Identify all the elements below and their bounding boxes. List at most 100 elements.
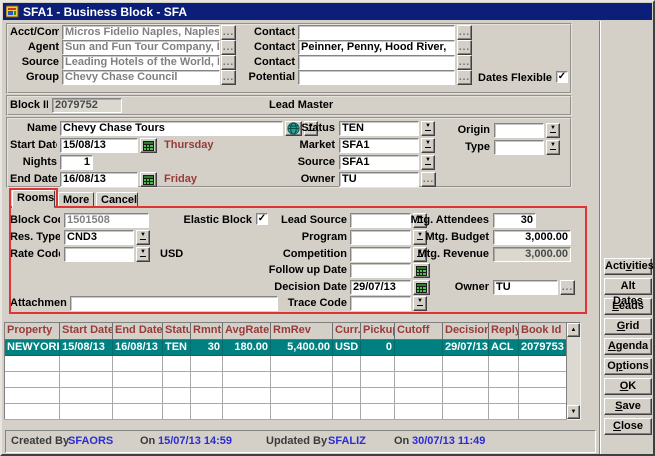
- market-field[interactable]: SFA1: [339, 138, 419, 153]
- side-button-save[interactable]: Save: [604, 398, 652, 415]
- grid-cell[interactable]: [191, 404, 223, 420]
- acct-com-lov-button[interactable]: ...: [221, 25, 236, 40]
- potential-field[interactable]: [298, 70, 455, 85]
- grid-cell[interactable]: [60, 404, 113, 420]
- contact3-lov-button[interactable]: ...: [457, 55, 472, 70]
- grid-column-header[interactable]: Start Date: [60, 323, 113, 340]
- grid-column-header[interactable]: Decision: [443, 323, 489, 340]
- grid-cell[interactable]: [395, 404, 443, 420]
- grid-cell[interactable]: [60, 356, 113, 372]
- side-button-alt-dates[interactable]: Alt Dates: [604, 278, 652, 295]
- source-lov-button[interactable]: ...: [221, 55, 236, 70]
- grid-cell[interactable]: [191, 356, 223, 372]
- contact1-lov-button[interactable]: ...: [457, 25, 472, 40]
- grid-cell[interactable]: [489, 404, 519, 420]
- grid-cell[interactable]: [443, 404, 489, 420]
- grid-cell[interactable]: [519, 372, 567, 388]
- grid-cell[interactable]: 16/08/13: [113, 340, 163, 356]
- side-button-agenda[interactable]: Agenda: [604, 338, 652, 355]
- grid-cell[interactable]: [223, 356, 271, 372]
- grid-column-header[interactable]: Reply: [489, 323, 519, 340]
- grid-cell[interactable]: [395, 356, 443, 372]
- type-field[interactable]: [494, 140, 544, 155]
- grid-cell[interactable]: 29/07/13: [443, 340, 489, 356]
- grid-cell[interactable]: [361, 404, 395, 420]
- grid-cell[interactable]: 5,400.00: [271, 340, 333, 356]
- grid-cell[interactable]: [60, 372, 113, 388]
- start-date-field[interactable]: 15/08/13: [60, 138, 138, 153]
- grid-cell[interactable]: [361, 372, 395, 388]
- grid-cell[interactable]: 0: [361, 340, 395, 356]
- grid-cell[interactable]: [271, 356, 333, 372]
- grid-cell[interactable]: [163, 388, 191, 404]
- grid-cell[interactable]: [489, 372, 519, 388]
- grid-column-header[interactable]: Status: [163, 323, 191, 340]
- grid-cell[interactable]: [361, 356, 395, 372]
- grid-cell[interactable]: [333, 388, 361, 404]
- grid-cell[interactable]: [191, 372, 223, 388]
- grid-cell[interactable]: [489, 388, 519, 404]
- grid-cell[interactable]: [361, 388, 395, 404]
- dates-flexible-checkbox[interactable]: ✓: [556, 71, 568, 83]
- grid-cell[interactable]: [163, 356, 191, 372]
- grid-column-header[interactable]: Pickup: [361, 323, 395, 340]
- grid-cell[interactable]: 2079753: [519, 340, 567, 356]
- grid-cell[interactable]: [163, 404, 191, 420]
- grid-cell[interactable]: [223, 404, 271, 420]
- grid-cell[interactable]: 180.00: [223, 340, 271, 356]
- grid-cell[interactable]: ACL: [489, 340, 519, 356]
- grid-vertical-scrollbar[interactable]: ▲ ▼: [566, 323, 580, 419]
- grid-cell[interactable]: [443, 372, 489, 388]
- side-button-close[interactable]: Close: [604, 418, 652, 435]
- group-field[interactable]: Chevy Chase Council: [62, 70, 220, 85]
- grid-cell[interactable]: [223, 372, 271, 388]
- owner-lov-button[interactable]: ...: [421, 172, 436, 187]
- source-field[interactable]: Leading Hotels of the World, Naples,: [62, 55, 220, 70]
- grid-cell[interactable]: [443, 356, 489, 372]
- grid-cell[interactable]: [443, 388, 489, 404]
- grid-cell[interactable]: [113, 356, 163, 372]
- acct-com-field[interactable]: Micros Fidelio Naples, Naples, 239-6: [62, 25, 220, 40]
- grid-row-empty[interactable]: [5, 388, 566, 404]
- grid-cell[interactable]: [333, 372, 361, 388]
- grid-column-header[interactable]: End Date: [113, 323, 163, 340]
- grid-cell[interactable]: [333, 404, 361, 420]
- source2-field[interactable]: SFA1: [339, 155, 419, 170]
- grid-column-header[interactable]: Cutoff: [395, 323, 443, 340]
- origin-field[interactable]: [494, 123, 544, 138]
- name-field[interactable]: Chevy Chase Tours: [60, 121, 283, 136]
- grid-row-empty[interactable]: [5, 404, 566, 420]
- side-button-grid[interactable]: Grid: [604, 318, 652, 335]
- grid-cell[interactable]: [5, 388, 60, 404]
- grid-row-empty[interactable]: [5, 356, 566, 372]
- origin-dropdown-button[interactable]: ▼: [546, 123, 560, 138]
- scroll-up-button[interactable]: ▲: [567, 323, 580, 337]
- grid-cell[interactable]: [113, 372, 163, 388]
- contact2-lov-button[interactable]: ...: [457, 40, 472, 55]
- grid-cell[interactable]: TEN: [163, 340, 191, 356]
- group-lov-button[interactable]: ...: [221, 70, 236, 85]
- grid-cell[interactable]: [519, 356, 567, 372]
- scroll-down-button[interactable]: ▼: [567, 405, 580, 419]
- grid-cell[interactable]: [271, 388, 333, 404]
- grid-cell[interactable]: [5, 404, 60, 420]
- grid-cell[interactable]: [489, 356, 519, 372]
- side-button-activities[interactable]: Activities: [604, 258, 652, 275]
- grid-cell[interactable]: [395, 372, 443, 388]
- grid-column-header[interactable]: AvgRate: [223, 323, 271, 340]
- source-dropdown-button[interactable]: ▼: [421, 155, 435, 170]
- grid-cell[interactable]: NEWYORK: [5, 340, 60, 356]
- side-button-ok[interactable]: OK: [604, 378, 652, 395]
- grid-cell[interactable]: [223, 388, 271, 404]
- grid-cell[interactable]: USD: [333, 340, 361, 356]
- agent-lov-button[interactable]: ...: [221, 40, 236, 55]
- grid-cell[interactable]: [395, 388, 443, 404]
- grid-column-header[interactable]: Curr.: [333, 323, 361, 340]
- contact2-field[interactable]: Peinner, Penny, Hood River,: [298, 40, 455, 55]
- grid-column-header[interactable]: RmRev: [271, 323, 333, 340]
- grid-cell[interactable]: [191, 388, 223, 404]
- grid-column-header[interactable]: Book Id: [519, 323, 567, 340]
- status-field[interactable]: TEN: [339, 121, 419, 136]
- grid-cell[interactable]: [113, 388, 163, 404]
- owner-field[interactable]: TU: [339, 172, 419, 187]
